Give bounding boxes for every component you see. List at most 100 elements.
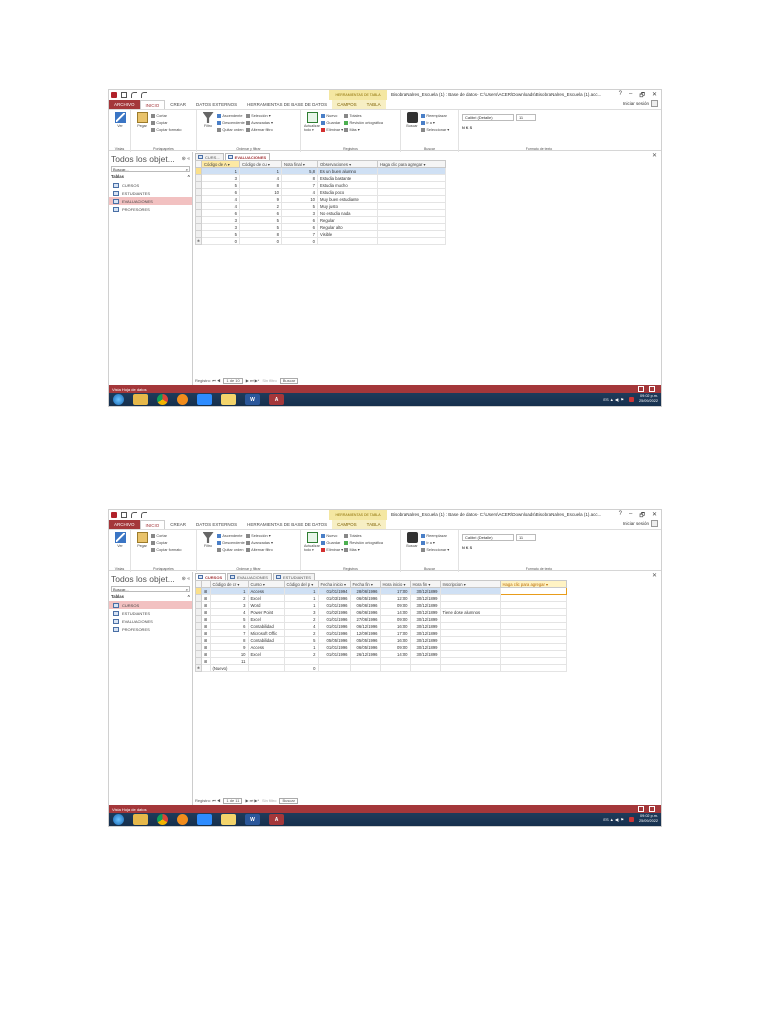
doc-tab-evaluaciones[interactable]: EVALUACIONES	[227, 573, 272, 580]
copy-button[interactable]: Copiar	[151, 539, 181, 546]
nav-item-evaluaciones[interactable]: EVALUACIONES	[109, 197, 192, 205]
find-button[interactable]: Buscar	[404, 112, 420, 128]
toggle-filter-button[interactable]: Alternar filtro	[246, 546, 273, 553]
table-cell[interactable]	[439, 629, 501, 637]
nav-item-estudiantes[interactable]: ESTUDIANTES	[109, 609, 192, 617]
zoom-icon[interactable]	[197, 394, 212, 405]
expand-row-icon[interactable]: ⊞	[201, 601, 211, 609]
column-header[interactable]: Código de cr ▾	[209, 580, 249, 588]
table-cell[interactable]: 12:00	[379, 594, 411, 602]
table-cell[interactable]: 1	[283, 587, 319, 595]
save-record-button[interactable]: Guardar	[321, 119, 343, 126]
ascending-button[interactable]: Ascendente	[217, 112, 244, 119]
table-cell[interactable]: 01/01/1996	[317, 615, 351, 623]
table-cell[interactable]: 3	[201, 223, 240, 231]
table-cell[interactable]: 10	[281, 195, 318, 203]
table-cell[interactable]: 8	[209, 636, 249, 644]
table-row[interactable]: ⊞ 7 Microsoft Offic 2 01/01/1996 12/09/1996 17…	[195, 629, 567, 637]
expand-row-icon[interactable]: ⊞	[201, 615, 211, 623]
table-cell[interactable]	[317, 657, 351, 665]
table-cell[interactable]: 2	[239, 202, 282, 210]
table-cell[interactable]: Power Point	[247, 608, 285, 616]
tab-tabla[interactable]: TABLA	[361, 520, 386, 529]
expand-row-icon[interactable]: ⊞	[201, 657, 211, 665]
record-nav-prev[interactable]: Registro: ⏮ ◀	[195, 798, 220, 803]
tab-inicio[interactable]: INICIO	[139, 520, 166, 529]
table-cell[interactable]: 5,8	[281, 167, 318, 175]
file-explorer-icon[interactable]	[133, 394, 148, 405]
tab-herramientas-bd[interactable]: HERRAMIENTAS DE BASE DE DATOS	[242, 100, 332, 109]
column-header[interactable]: Código de A ▾	[201, 160, 240, 168]
table-cell[interactable]: 06/05/1996	[349, 594, 381, 602]
table-cell[interactable]: Muy buen estudiante	[317, 195, 378, 203]
table-cell[interactable]: 4	[281, 188, 318, 196]
table-cell[interactable]: 5	[201, 181, 240, 189]
table-cell[interactable]: 2	[209, 594, 249, 602]
tab-crear[interactable]: CREAR	[165, 520, 191, 529]
save-icon[interactable]	[121, 92, 127, 98]
table-row[interactable]: 3 4 8 Estudia bastante	[195, 174, 446, 182]
delete-record-button[interactable]: Eliminar ▾	[321, 126, 343, 133]
table-cell[interactable]: 1	[283, 643, 319, 651]
font-size-select[interactable]: 11	[516, 114, 536, 121]
table-row[interactable]: ⊞ 11	[195, 657, 567, 665]
table-cell[interactable]: 06/06/1996	[349, 608, 381, 616]
table-cell[interactable]: 01/03/1996	[317, 594, 351, 602]
table-cell[interactable]: 5	[239, 216, 282, 224]
table-cell[interactable]: 8	[281, 174, 318, 182]
table-cell[interactable]: 1	[201, 167, 240, 175]
table-cell[interactable]	[377, 181, 446, 189]
table-row[interactable]: 5 8 7 Estudia mucho	[195, 181, 446, 189]
table-cell[interactable]: 16:00	[379, 636, 411, 644]
table-cell[interactable]: 30/12/1899	[409, 629, 441, 637]
table-cell[interactable]: 4	[201, 195, 240, 203]
datasheet-view-icon[interactable]	[638, 386, 644, 392]
tab-archivo[interactable]: ARCHIVO	[109, 520, 140, 529]
column-header[interactable]: Haga clic para agregar ▾	[499, 580, 567, 588]
table-row[interactable]: ⊞ 1 Access 1 01/01/1994 28/06/1996 17:00 30/12/…	[195, 587, 567, 595]
toggle-filter-button[interactable]: Alternar filtro	[246, 126, 273, 133]
notification-icon[interactable]	[628, 396, 634, 402]
table-cell[interactable]: 7	[281, 181, 318, 189]
table-row[interactable]: ⊞ 8 Contabilidad 5 05/05/1996 05/05/1996 16:00…	[195, 636, 567, 644]
table-cell[interactable]	[377, 174, 446, 182]
font-size-select[interactable]: 11	[516, 534, 536, 541]
more-button[interactable]: Más ▾	[344, 546, 383, 553]
table-cell[interactable]: 10	[209, 650, 249, 658]
table-cell[interactable]: 01/01/1996	[317, 643, 351, 651]
save-record-button[interactable]: Guardar	[321, 539, 343, 546]
expand-row-icon[interactable]: ⊞	[201, 594, 211, 602]
table-cell[interactable]	[499, 664, 567, 672]
tab-archivo[interactable]: ARCHIVO	[109, 100, 140, 109]
table-cell[interactable]	[247, 657, 285, 665]
table-cell[interactable]: 09:00	[379, 615, 411, 623]
file-explorer-icon[interactable]	[133, 814, 148, 825]
tray-icons[interactable]: ES ▲ ◀) ⚑	[603, 817, 624, 822]
table-cell[interactable]: 2	[283, 629, 319, 637]
ascending-button[interactable]: Ascendente	[217, 532, 244, 539]
table-cell[interactable]: Visible	[317, 230, 378, 238]
tab-datos-externos[interactable]: DATOS EXTERNOS	[191, 100, 242, 109]
design-view-icon[interactable]	[649, 386, 655, 392]
record-search-input[interactable]: Buscar	[279, 377, 299, 384]
table-cell[interactable]	[377, 202, 446, 210]
table-cell[interactable]: 16:00	[379, 622, 411, 630]
table-cell[interactable]: 26/12/1996	[349, 650, 381, 658]
table-cell[interactable]: 01/01/1994	[317, 587, 351, 595]
tab-campos[interactable]: CAMPOS	[332, 100, 362, 109]
table-cell[interactable]: 6	[201, 209, 240, 217]
no-filter-button[interactable]: Sin filtro	[262, 378, 276, 383]
table-cell[interactable]: 28/06/1996	[349, 587, 381, 595]
undo-icon[interactable]	[131, 92, 137, 98]
tray-icons[interactable]: ES ▲ ◀) ⚑	[603, 397, 624, 402]
table-cell[interactable]: Muy justo	[317, 202, 378, 210]
totals-button[interactable]: Totales	[344, 532, 383, 539]
goto-button[interactable]: Ir a ▾	[421, 539, 449, 546]
record-nav-next[interactable]: ▶ ⏭ ▶*	[246, 378, 260, 383]
table-cell[interactable]: 5	[239, 223, 282, 231]
expand-row-icon[interactable]: ⊞	[201, 587, 211, 595]
no-filter-button[interactable]: Sin filtro	[262, 798, 276, 803]
font-name-select[interactable]: Calibri (Detalle)	[462, 114, 514, 121]
tab-inicio[interactable]: INICIO	[139, 100, 166, 109]
tab-crear[interactable]: CREAR	[165, 100, 191, 109]
